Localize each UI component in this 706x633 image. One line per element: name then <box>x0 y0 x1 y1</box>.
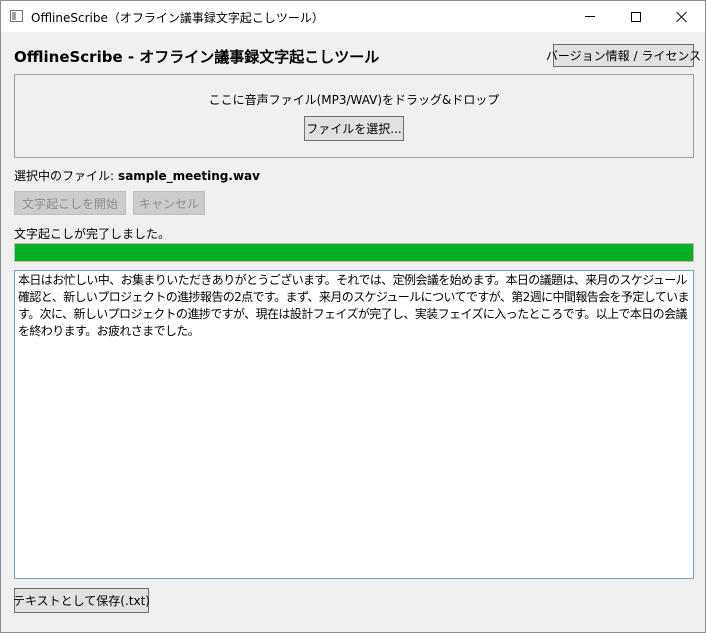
selected-file-name: sample_meeting.wav <box>118 169 260 183</box>
selected-file-label: 選択中のファイル: <box>14 169 115 183</box>
minimize-icon <box>585 16 595 17</box>
close-icon <box>676 11 688 23</box>
close-button[interactable] <box>659 1 705 32</box>
start-transcription-button[interactable]: 文字起こしを開始 <box>14 191 126 215</box>
app-window-icon <box>10 10 23 22</box>
drop-instruction: ここに音声ファイル(MP3/WAV)をドラッグ&ドロップ <box>208 93 500 107</box>
title-bar[interactable]: OfflineScribe（オフライン議事録文字起こしツール） <box>1 1 705 32</box>
app-window: OfflineScribe（オフライン議事録文字起こしツール） OfflineS… <box>0 0 706 633</box>
page-title: OfflineScribe - オフライン議事録文字起こしツール <box>14 48 380 66</box>
version-license-button[interactable]: バージョン情報 / ライセンス <box>546 44 701 67</box>
maximize-icon <box>631 11 641 22</box>
selected-file-row: 選択中のファイル: sample_meeting.wav <box>14 167 260 184</box>
cancel-button[interactable]: キャンセル <box>133 191 205 215</box>
select-file-button[interactable]: ファイルを選択... <box>304 116 404 141</box>
maximize-button[interactable] <box>613 1 659 32</box>
progress-fill <box>15 244 693 261</box>
window-title: OfflineScribe（オフライン議事録文字起こしツール） <box>31 11 324 25</box>
status-message: 文字起こしが完了しました。 <box>14 227 171 241</box>
minimize-button[interactable] <box>567 1 613 32</box>
progress-bar <box>14 243 694 262</box>
transcript-textarea[interactable]: 本日はお忙しい中、お集まりいただきありがとうございます。それでは、定例会議を始め… <box>14 270 694 579</box>
save-as-text-button[interactable]: テキストとして保存(.txt) <box>13 588 150 613</box>
